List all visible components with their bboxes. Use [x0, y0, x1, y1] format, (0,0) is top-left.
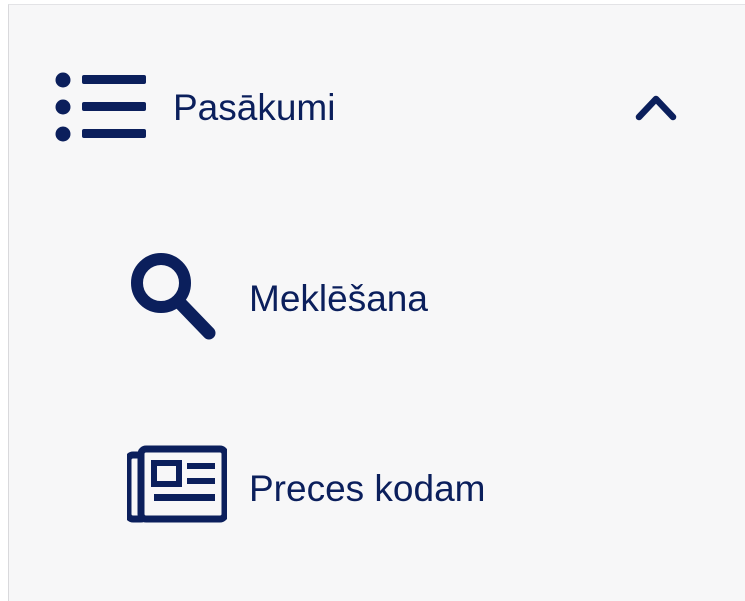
menu-item-label: Meklēšana [249, 278, 428, 319]
menu-item-preces-kodam[interactable]: Preces kodam [127, 443, 647, 543]
menu-item-label: Preces kodam [249, 468, 486, 509]
newspaper-icon [127, 445, 227, 523]
section-header-pasakumi[interactable]: Pasākumi [55, 65, 695, 151]
list-icon [55, 72, 146, 142]
chevron-up-icon[interactable] [633, 86, 679, 126]
section-title: Pasākumi [173, 87, 336, 128]
navigation-panel: Pasākumi Meklēšana Preces kodam [8, 4, 745, 601]
search-icon [131, 253, 216, 340]
menu-item-meklesana[interactable]: Meklēšana [127, 249, 647, 349]
